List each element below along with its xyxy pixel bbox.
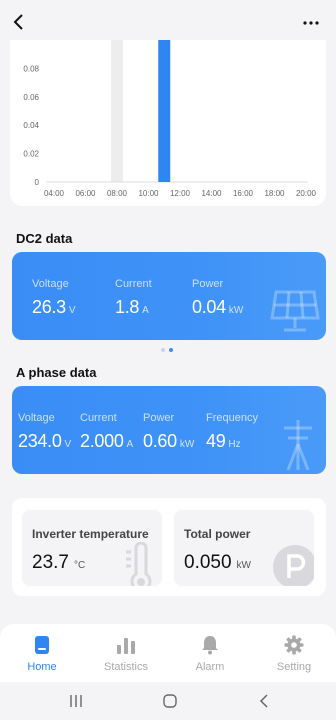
bar (158, 40, 171, 182)
x-tick-label: 08:00 (107, 189, 128, 198)
tab-home[interactable]: Home (0, 624, 84, 682)
dc2-voltage-unit: V (68, 305, 76, 316)
chevron-left-icon (13, 14, 23, 30)
y-tick-label: 0.02 (23, 150, 39, 159)
home-nav-icon (163, 694, 177, 708)
bar-chart-icon (117, 638, 135, 654)
dc2-voltage-label: Voltage (32, 278, 69, 290)
inverter-temperature-value: 23.7 (32, 552, 69, 573)
pager-dot-2[interactable] (169, 348, 173, 352)
dc2-current-value: 1.8 (115, 297, 140, 317)
tab-setting[interactable]: Setting (252, 624, 336, 682)
a-phase-voltage-unit: V (64, 439, 72, 450)
a-phase-power-unit: kW (179, 439, 195, 450)
bottom-tab-bar: Home Statistics Alarm Setting (0, 624, 336, 682)
more-options-button[interactable] (300, 12, 322, 34)
x-tick-label: 06:00 (75, 189, 96, 198)
a-phase-frequency-unit: Hz (228, 439, 241, 450)
a-phase-current-label: Current (80, 412, 117, 424)
tab-alarm[interactable]: Alarm (168, 624, 252, 682)
x-tick-label: 16:00 (233, 189, 254, 198)
x-tick-label: 20:00 (296, 189, 317, 198)
a-phase-current: Current 2.000 A (80, 412, 133, 452)
dc2-power-label: Power (192, 278, 224, 290)
power-pole-icon (284, 420, 312, 470)
bell-icon (202, 636, 218, 655)
dc2-current: Current 1.8 A (115, 278, 152, 318)
home-icon (35, 636, 49, 654)
a-phase-frequency-label: Frequency (206, 412, 258, 424)
total-power-unit: kW (236, 560, 251, 571)
pager-dots[interactable] (161, 348, 173, 352)
system-nav-bar (0, 682, 336, 720)
a-phase-data-card[interactable]: Voltage 234.0 V Current 2.000 A Power 0.60… (12, 386, 326, 474)
x-tick-label: 18:00 (264, 189, 285, 198)
y-tick-label: 0.04 (23, 121, 39, 130)
y-tick-label: 0.06 (23, 93, 39, 102)
a-phase-frequency-value: 49 (206, 431, 226, 451)
inverter-temperature-card[interactable]: Inverter temperature 23.7 °C (22, 510, 162, 586)
pager-dot-1[interactable] (161, 348, 165, 352)
tab-statistics-label: Statistics (103, 661, 148, 673)
dc2-current-label: Current (115, 278, 152, 290)
tab-statistics[interactable]: Statistics (84, 624, 168, 682)
recent-apps-icon (70, 695, 82, 707)
more-dots-icon (303, 21, 319, 25)
a-phase-voltage-label: Voltage (18, 412, 55, 424)
dc2-current-unit: A (142, 305, 149, 316)
x-tick-label: 14:00 (201, 189, 222, 198)
gear-icon (284, 635, 304, 655)
x-tick-label: 04:00 (44, 189, 65, 198)
dc2-power-value: 0.04 (192, 297, 226, 317)
thermometer-icon (126, 542, 152, 586)
a-phase-power: Power 0.60 kW (143, 412, 194, 452)
dc2-data-card[interactable]: Voltage 26.3 V Current 1.8 A Power 0.04 kW (12, 252, 326, 340)
solar-panel-icon (270, 290, 320, 332)
dc2-section-title: DC2 data (16, 231, 73, 246)
y-tick-label: 0.08 (23, 64, 39, 73)
back-button[interactable] (8, 11, 30, 33)
tab-home-label: Home (27, 661, 57, 673)
highlight-band (111, 40, 123, 182)
a-phase-section-title: A phase data (16, 365, 97, 380)
back-nav-icon (259, 694, 268, 708)
a-phase-power-value: 0.60 (143, 431, 177, 451)
a-phase-power-label: Power (143, 412, 175, 424)
recent-apps-button[interactable] (66, 691, 86, 711)
tab-alarm-label: Alarm (195, 661, 225, 673)
a-phase-frequency: Frequency 49 Hz (206, 412, 258, 452)
power-bar-chart[interactable]: 0 0.02 0.04 0.06 0.08 04:00 06:00 08:00 10:00 12:… (10, 40, 326, 206)
dc2-voltage-value: 26.3 (32, 297, 66, 317)
a-phase-voltage-value: 234.0 (18, 431, 62, 451)
inverter-temperature-unit: °C (73, 560, 86, 571)
a-phase-voltage: Voltage 234.0 V (18, 412, 71, 452)
dc2-power: Power 0.04 kW (192, 278, 243, 318)
dc2-voltage: Voltage 26.3 V (32, 278, 76, 318)
y-tick-label: 0 (35, 178, 40, 187)
total-power-card[interactable]: Total power 0.050 kW (174, 510, 314, 586)
a-phase-current-value: 2.000 (80, 431, 124, 451)
inverter-temperature-label: Inverter temperature (32, 527, 149, 541)
total-power-label: Total power (184, 527, 251, 541)
a-phase-current-unit: A (126, 439, 134, 450)
parking-p-icon (273, 545, 314, 586)
x-tick-label: 10:00 (138, 189, 159, 198)
power-chart-card: 0 0.02 0.04 0.06 0.08 04:00 06:00 08:00 10:00 12:… (10, 40, 326, 206)
tab-setting-label: Setting (276, 661, 312, 673)
home-nav-button[interactable] (160, 691, 180, 711)
stats-panel: Inverter temperature 23.7 °C Total power … (12, 498, 326, 596)
total-power-value: 0.050 (184, 552, 232, 573)
back-nav-button[interactable] (254, 691, 274, 711)
x-tick-label: 12:00 (170, 189, 191, 198)
dc2-power-unit: kW (228, 305, 244, 316)
